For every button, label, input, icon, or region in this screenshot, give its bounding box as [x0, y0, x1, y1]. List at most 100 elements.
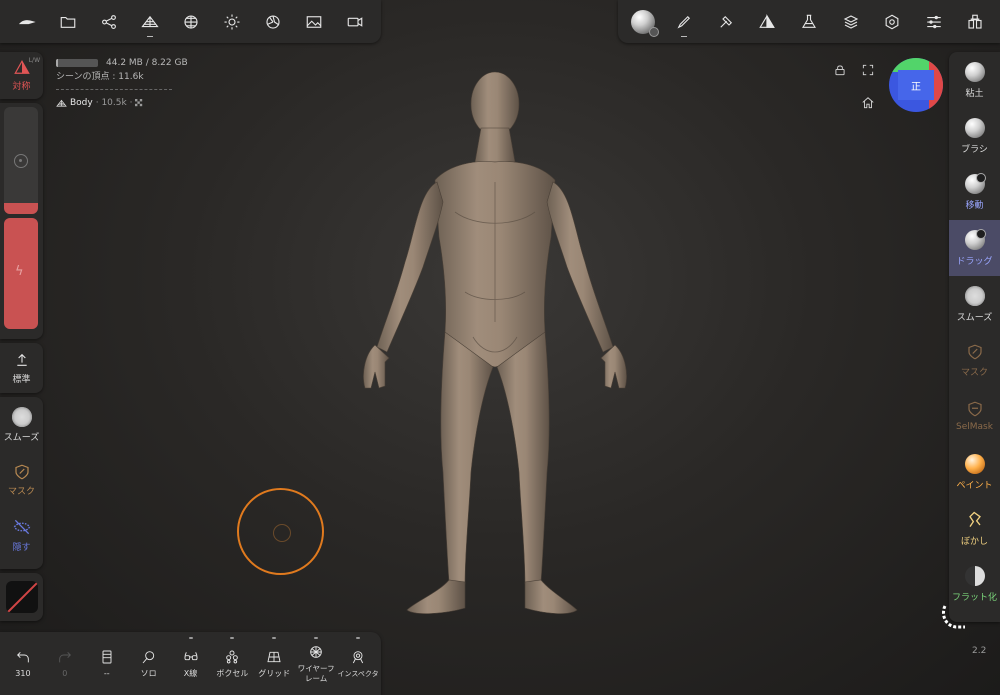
scene-icon[interactable]: [958, 5, 992, 39]
solo-button[interactable]: ソロ: [128, 636, 170, 692]
stack-icon: [102, 650, 112, 663]
mesh-vertices: · 10.5k ·: [95, 98, 133, 108]
redo-count: 0: [62, 668, 68, 678]
move-icon: [964, 172, 986, 194]
brush-menu-indicator: [681, 35, 688, 37]
image-icon[interactable]: [297, 5, 331, 39]
light-icon[interactable]: [215, 5, 249, 39]
lightning-icon: ϟ: [15, 264, 24, 279]
tool-label: ブラシ: [961, 144, 988, 155]
undo-button[interactable]: 310: [2, 636, 44, 692]
layers-icon[interactable]: [834, 5, 868, 39]
logo-icon[interactable]: [10, 5, 44, 39]
inspector-indicator: [356, 636, 361, 639]
wireframe-button[interactable]: ワイヤーフレーム: [295, 636, 337, 692]
left-tool-mask[interactable]: マスク: [0, 452, 43, 507]
scene-stats: 44.2 MB / 8.22 GB シーンの頂点 : 11.6k Body · …: [56, 56, 188, 110]
inspector-button[interactable]: インスペクタ: [337, 636, 379, 692]
mask-icon: [967, 344, 982, 359]
mesh-name: Body: [70, 98, 93, 108]
redo-button[interactable]: 0: [44, 636, 86, 692]
tool-clay[interactable]: 粘土: [949, 52, 1000, 108]
loading-icon: [941, 605, 965, 629]
clay-icon: [964, 61, 985, 82]
radius-slider[interactable]: [4, 107, 38, 214]
tool-label: SelMask: [956, 422, 993, 432]
standard-button[interactable]: 標準: [0, 343, 43, 393]
sculpt-model[interactable]: [355, 62, 635, 632]
tool-label: ドラッグ: [956, 256, 993, 267]
triangle-icon[interactable]: [750, 5, 784, 39]
paint-icon: [964, 453, 985, 474]
mesh-row[interactable]: Body · 10.5k ·: [56, 96, 188, 110]
symmetry-label: 対称: [12, 82, 31, 92]
undo-icon: [16, 651, 29, 662]
top-left-toolbar: [0, 0, 381, 43]
wireframe-label: ワイヤーフレーム: [297, 663, 335, 683]
checker-icon: [135, 99, 143, 107]
left-tool-hide[interactable]: 隠す: [0, 507, 43, 562]
voxel-button[interactable]: ボクセル: [211, 636, 253, 692]
brush-cursor: [237, 488, 324, 575]
tool-label: スムーズ: [956, 312, 993, 323]
brush-icon[interactable]: [667, 5, 701, 39]
grid-icon: [267, 651, 281, 662]
left-tool-smooth[interactable]: スムーズ: [0, 397, 43, 452]
tool-label: ペイント: [956, 480, 993, 491]
hammer-icon[interactable]: [709, 5, 743, 39]
sphere-grid-icon[interactable]: [174, 5, 208, 39]
right-tool-palette: 粘土 ブラシ 移動 ドラッグ スムーズ マスク SelMask ペイント ぼかし…: [949, 52, 1000, 622]
brush-ball-icon: [964, 117, 985, 138]
scene-vertices: シーンの頂点 : 11.6k: [56, 72, 144, 82]
flask-icon[interactable]: [792, 5, 826, 39]
home-icon[interactable]: [861, 95, 875, 109]
gizmo-front-face[interactable]: 正: [898, 70, 934, 100]
brush-sliders: ϟ: [0, 103, 43, 339]
xray-button[interactable]: X線: [170, 636, 212, 692]
tool-brush[interactable]: ブラシ: [949, 108, 1000, 164]
lw-label: L/W: [28, 57, 40, 64]
view-gizmo[interactable]: 正: [889, 58, 943, 112]
mesh-icon[interactable]: [133, 5, 167, 39]
tool-mask[interactable]: マスク: [949, 332, 1000, 388]
selmask-icon: [967, 401, 982, 417]
tool-selmask[interactable]: SelMask: [949, 388, 1000, 444]
lock-icon[interactable]: [833, 62, 847, 76]
symmetry-button[interactable]: L/W 対称: [0, 52, 43, 99]
smooth-icon: [964, 285, 985, 306]
tool-blur[interactable]: ぼかし: [949, 500, 1000, 556]
tool-smooth[interactable]: スムーズ: [949, 276, 1000, 332]
solo-label: ソロ: [140, 668, 157, 678]
left-tool-label: 隠す: [12, 542, 31, 553]
top-right-toolbar: [618, 0, 1000, 43]
tool-paint[interactable]: ペイント: [949, 444, 1000, 500]
flatten-icon: [964, 565, 985, 586]
standard-label: 標準: [12, 374, 31, 385]
camera-icon[interactable]: [338, 5, 372, 39]
left-tool-shortcuts: スムーズ マスク 隠す: [0, 397, 43, 569]
voxel-indicator: [230, 636, 235, 639]
share-icon[interactable]: [92, 5, 126, 39]
color-swatch-panel: [0, 573, 43, 621]
mask-icon: [14, 464, 29, 479]
shading-icon[interactable]: [256, 5, 290, 39]
color-swatch[interactable]: [5, 581, 38, 613]
mesh-menu-indicator: [146, 35, 153, 37]
mesh-icon: [56, 99, 67, 107]
sliders-icon[interactable]: [917, 5, 951, 39]
intensity-slider[interactable]: ϟ: [4, 218, 38, 329]
fullscreen-icon[interactable]: [861, 62, 875, 76]
settings-icon[interactable]: [875, 5, 909, 39]
matcap-icon[interactable]: [626, 5, 660, 39]
upload-icon: [16, 353, 27, 366]
wireframe-icon: [310, 645, 322, 658]
grid-button[interactable]: グリッド: [253, 636, 295, 692]
drag-icon: [964, 228, 986, 250]
tool-drag[interactable]: ドラッグ: [949, 220, 1000, 276]
hide-icon: [13, 519, 30, 534]
tool-label: 粘土: [965, 88, 984, 99]
voxel-icon: [226, 650, 239, 663]
folder-icon[interactable]: [51, 5, 85, 39]
tool-move[interactable]: 移動: [949, 164, 1000, 220]
stack-button[interactable]: --: [86, 636, 128, 692]
